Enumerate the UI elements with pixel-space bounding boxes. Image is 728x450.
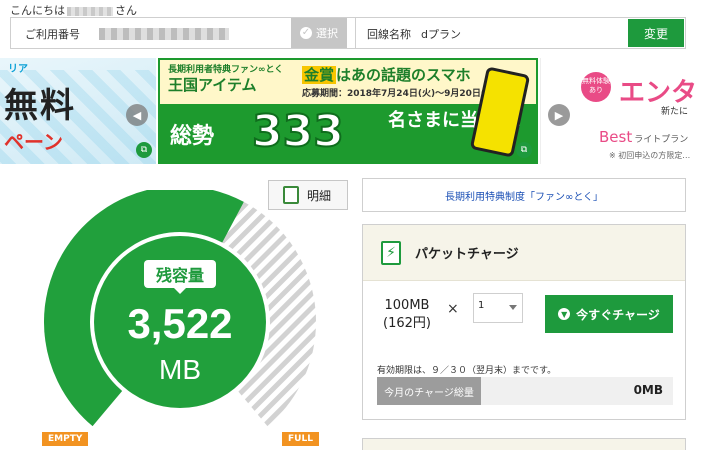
remaining-label: 残容量 [143, 260, 216, 294]
multiply-sign: × [447, 301, 459, 317]
charge-header: ⚡ パケットチャージ [363, 225, 685, 281]
banner-center-kingdom: 王国アイテム [168, 76, 257, 94]
banner-center-period: 応募期間：2018年7月24日(火)〜9月20日(木) [302, 89, 499, 99]
prev-banner-button[interactable]: ◀ [126, 104, 148, 126]
change-button[interactable]: 変更 [628, 19, 684, 47]
monthly-charge-value: 0MB [633, 383, 663, 397]
banner-left-tag: リア [8, 64, 28, 75]
monthly-charge-label: 今月のチャージ総量 [377, 377, 481, 405]
masked-username [67, 6, 113, 16]
plan-name-value: dプラン [421, 28, 461, 41]
divider [355, 18, 356, 48]
prize-rest: はあの話題のスマホ [336, 66, 471, 84]
brand-name: Best [599, 128, 633, 146]
brand-sub: ライトプラン [634, 135, 689, 145]
chevron-down-icon [509, 305, 517, 310]
banner-left-headline: 無料 [4, 86, 76, 126]
gauge-empty-label: EMPTY [42, 432, 89, 446]
copy-icon[interactable]: ⧉ [136, 142, 152, 158]
line-number-label: ご利用番号 [25, 28, 80, 41]
fan-toku-link[interactable]: 長期利用特典制度「ファン∞とく」 [362, 178, 686, 212]
quantity-select[interactable]: 1 [473, 293, 523, 323]
chevron-left-icon: ◀ [132, 108, 142, 122]
select-label: 選択 [316, 27, 338, 40]
packet-charge-panel: ⚡ パケットチャージ 100MB (162円) × 1 ▼ 今すぐチャージ 有効… [362, 224, 686, 420]
chevron-right-icon: ▶ [554, 108, 564, 122]
data-gauge: 残容量 3,522 MB EMPTY FULL [30, 186, 330, 450]
banner-right-brand: Best ライトプラン [599, 128, 688, 146]
masked-line-number [99, 28, 229, 40]
banner-center-prize: 金賞 はあの話題のスマホ [302, 64, 471, 85]
banner-center-count: 333 [251, 105, 345, 158]
line-selector-bar: ご利用番号 ✓ 選択 回線名称 dプラン 変更 [10, 17, 686, 49]
greeting-prefix: こんにちは [10, 4, 65, 17]
quantity-value: 1 [478, 300, 485, 311]
banner-right-badge: 無料体験あり [581, 72, 611, 102]
banner-right-note: ※ 初回申込の方限定… [609, 151, 691, 160]
lightning-phone-icon: ⚡ [381, 241, 401, 265]
charge-plan-size: 100MB [384, 298, 430, 313]
chevron-down-circle-icon: ▼ [558, 308, 571, 320]
gauge-full-label: FULL [282, 432, 319, 446]
monthly-charge-row: 今月のチャージ総量 0MB [377, 377, 673, 405]
expiry-note: 有効期限は、９／３０（翌月末）までです。 [377, 366, 557, 376]
next-panel [362, 438, 686, 450]
banner-center[interactable]: 長期利用者特典ファン∞とく 王国アイテム 金賞 はあの話題のスマホ 応募期間：20… [158, 58, 538, 164]
check-icon: ✓ [300, 27, 312, 39]
remaining-unit: MB [159, 354, 201, 385]
banner-right-sub: 新たに [661, 107, 689, 117]
greeting: こんにちは さん [10, 2, 137, 18]
charge-now-button[interactable]: ▼ 今すぐチャージ [545, 295, 673, 333]
remaining-value: 3,522 [127, 300, 233, 347]
banner-left-sub: ペーン [4, 130, 63, 154]
greeting-suffix: さん [115, 4, 137, 17]
select-line-button[interactable]: ✓ 選択 [291, 18, 347, 48]
banner-carousel: リア 無料 ペーン ◀ ⧉ 長期利用者特典ファン∞とく 王国アイテム 金賞 はあの… [0, 58, 728, 164]
charge-now-label: 今すぐチャージ [576, 307, 660, 322]
charge-plan: 100MB (162円) [383, 297, 431, 333]
remaining-display: 残容量 3,522 MB [127, 260, 233, 385]
prize-word: 金賞 [302, 66, 337, 84]
next-banner-button[interactable]: ▶ [548, 104, 570, 126]
copy-icon[interactable]: ⧉ [516, 142, 532, 158]
plan-name-label: 回線名称 [367, 28, 411, 41]
charge-title: パケットチャージ [415, 247, 519, 262]
banner-center-lead: 総勢 [170, 124, 215, 149]
charge-plan-price: (162円) [383, 316, 431, 331]
